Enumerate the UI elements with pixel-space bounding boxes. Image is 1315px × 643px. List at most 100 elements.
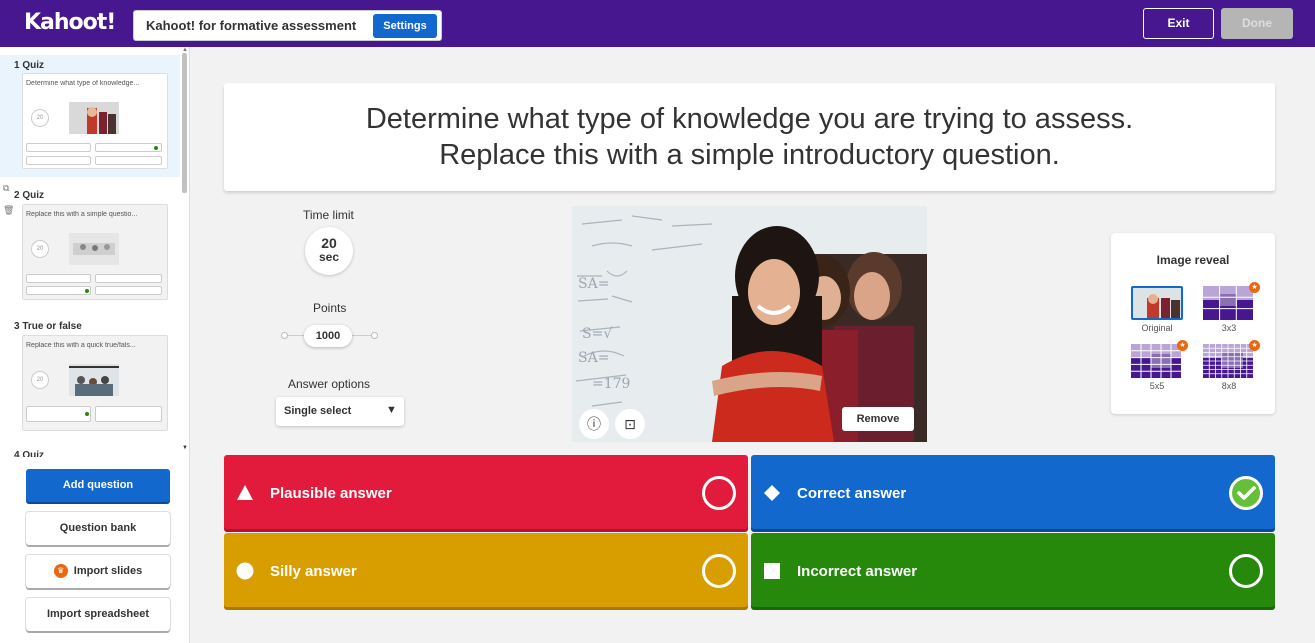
done-button: Done	[1221, 8, 1293, 39]
delete-icon[interactable]: 🗑	[3, 199, 14, 221]
slide-answer	[26, 156, 91, 165]
points-track-start	[281, 332, 288, 339]
slide-title: 1 Quiz	[14, 60, 45, 71]
slide-item-1[interactable]: 1 Quiz Determine what type of knowledge.…	[0, 55, 180, 177]
correct-dot	[85, 289, 89, 293]
crop-icon[interactable]: ⊡	[615, 409, 645, 439]
circle-icon	[236, 562, 254, 580]
kahoot-logo[interactable]: Kahoot!	[24, 10, 116, 35]
points-track-end	[371, 332, 378, 339]
premium-star-icon: ★	[1249, 282, 1260, 293]
remove-image-button[interactable]: Remove	[842, 407, 914, 431]
answer-2-blue[interactable]: Correct answer	[751, 455, 1275, 529]
reveal-option-5x5[interactable]: ★	[1131, 340, 1188, 378]
answer-1-red[interactable]: Plausible answer	[224, 455, 748, 529]
diamond-icon	[764, 485, 780, 501]
exit-button[interactable]: Exit	[1143, 8, 1214, 39]
top-bar: Kahoot! Kahoot! for formative assessment…	[0, 0, 1315, 47]
slide-item-3[interactable]: 3 True or false Replace this with a quic…	[0, 315, 180, 437]
slide-title: 4 Quiz	[14, 450, 45, 457]
slide-question: Replace this with a quick true/fals...	[26, 342, 136, 349]
slide-list: 1 Quiz Determine what type of knowledge.…	[0, 47, 190, 457]
question-text: Determine what type of knowledge you are…	[224, 101, 1275, 173]
slide-timer: 20	[31, 240, 49, 258]
points-label: Points	[313, 301, 347, 315]
reveal-label-8x8: 8x8	[1221, 381, 1237, 391]
triangle-icon	[237, 485, 253, 500]
reveal-3x3-thumb	[1203, 286, 1253, 320]
answer-text: Correct answer	[797, 485, 907, 502]
points-selector[interactable]: 1000	[304, 325, 352, 347]
slide-scrollbar[interactable]: ▲ ▼	[181, 47, 188, 457]
settings-button[interactable]: Settings	[373, 14, 437, 38]
premium-star-icon: ★	[1177, 340, 1188, 351]
slide-question: Replace this with a simple questio...	[26, 211, 138, 218]
slide-item-4[interactable]: 4 Quiz	[0, 445, 180, 457]
premium-icon: ♛	[53, 564, 68, 579]
reveal-option-3x3[interactable]: ★	[1203, 282, 1260, 320]
import-spreadsheet-button[interactable]: Import spreadsheet	[26, 598, 170, 631]
chevron-down-icon: ▼	[386, 404, 397, 416]
time-limit-selector[interactable]: 20 sec	[305, 227, 353, 275]
reveal-label-5x5: 5x5	[1149, 381, 1165, 391]
duplicate-icon[interactable]: ⧉	[3, 177, 14, 199]
slide-thumbnail	[69, 102, 119, 134]
kahoot-title-field[interactable]: Kahoot! for formative assessment Setting…	[133, 10, 442, 41]
image-info-icon[interactable]: ⓘ	[579, 409, 609, 439]
kahoot-title: Kahoot! for formative assessment	[146, 18, 357, 33]
reveal-option-8x8[interactable]: ★	[1203, 340, 1260, 378]
slide-answer	[95, 156, 162, 165]
import-slides-button[interactable]: ♛ Import slides	[26, 555, 170, 588]
time-value: 20	[321, 235, 337, 251]
slide-item-2[interactable]: 2 Quiz Replace this with a simple questi…	[0, 185, 180, 307]
answer-4-green[interactable]: Incorrect answer	[751, 533, 1275, 607]
slide-preview: Determine what type of knowledge... 20	[22, 73, 168, 169]
square-icon	[764, 563, 780, 579]
reveal-8x8-thumb	[1203, 344, 1253, 378]
slide-answer	[95, 286, 162, 295]
slide-answer	[95, 406, 162, 422]
add-question-button[interactable]: Add question	[26, 469, 170, 502]
svg-text:S=√: S=√	[582, 326, 612, 342]
correct-dot	[154, 146, 158, 150]
question-line-1: Determine what type of knowledge you are…	[365, 103, 1134, 135]
correct-check-icon[interactable]	[1229, 476, 1263, 510]
image-reveal-panel: Image reveal Original ★ 3x3 ★ 5x5 ★ 8x8	[1111, 233, 1275, 414]
image-reveal-title: Image reveal	[1156, 253, 1230, 267]
slide-answer	[26, 274, 91, 283]
slide-question: Determine what type of knowledge...	[26, 80, 140, 87]
slide-actions: ⧉ 🗑	[3, 177, 14, 221]
scroll-down-icon[interactable]: ▼	[182, 445, 188, 451]
slide-answer	[26, 143, 91, 152]
correct-dot	[85, 412, 89, 416]
reveal-label-original: Original	[1141, 323, 1173, 333]
answer-options-dropdown[interactable]: Single select ▼	[276, 397, 404, 426]
slide-answer	[26, 406, 91, 422]
time-limit-label: Time limit	[303, 208, 354, 222]
mark-correct-toggle[interactable]	[1229, 554, 1263, 588]
slide-title: 3 True or false	[14, 321, 82, 332]
premium-star-icon: ★	[1249, 340, 1260, 351]
reveal-original-thumb	[1133, 288, 1181, 318]
question-line-2: Replace this with a simple introductory …	[439, 139, 1060, 171]
svg-text:SA=: SA=	[578, 276, 609, 292]
answer-options-label: Answer options	[288, 377, 371, 391]
question-bank-button[interactable]: Question bank	[26, 512, 170, 545]
slide-thumbnail	[69, 364, 119, 396]
question-input[interactable]: Determine what type of knowledge you are…	[224, 83, 1275, 191]
answer-text: Incorrect answer	[797, 563, 918, 580]
reveal-5x5-thumb	[1131, 344, 1181, 378]
slide-thumbnail	[69, 233, 119, 265]
answer-3-yellow[interactable]: Silly answer	[224, 533, 748, 607]
answer-text: Silly answer	[270, 563, 357, 580]
mark-correct-toggle[interactable]	[702, 476, 736, 510]
reveal-option-original[interactable]	[1131, 286, 1183, 320]
time-unit: sec	[318, 250, 340, 264]
svg-text:=179: =179	[592, 376, 630, 392]
slide-answer	[95, 274, 162, 283]
slide-answer	[95, 143, 162, 152]
answer-text: Plausible answer	[270, 485, 392, 502]
slide-timer: 20	[31, 371, 49, 389]
scroll-thumb[interactable]	[182, 53, 187, 193]
mark-correct-toggle[interactable]	[702, 554, 736, 588]
